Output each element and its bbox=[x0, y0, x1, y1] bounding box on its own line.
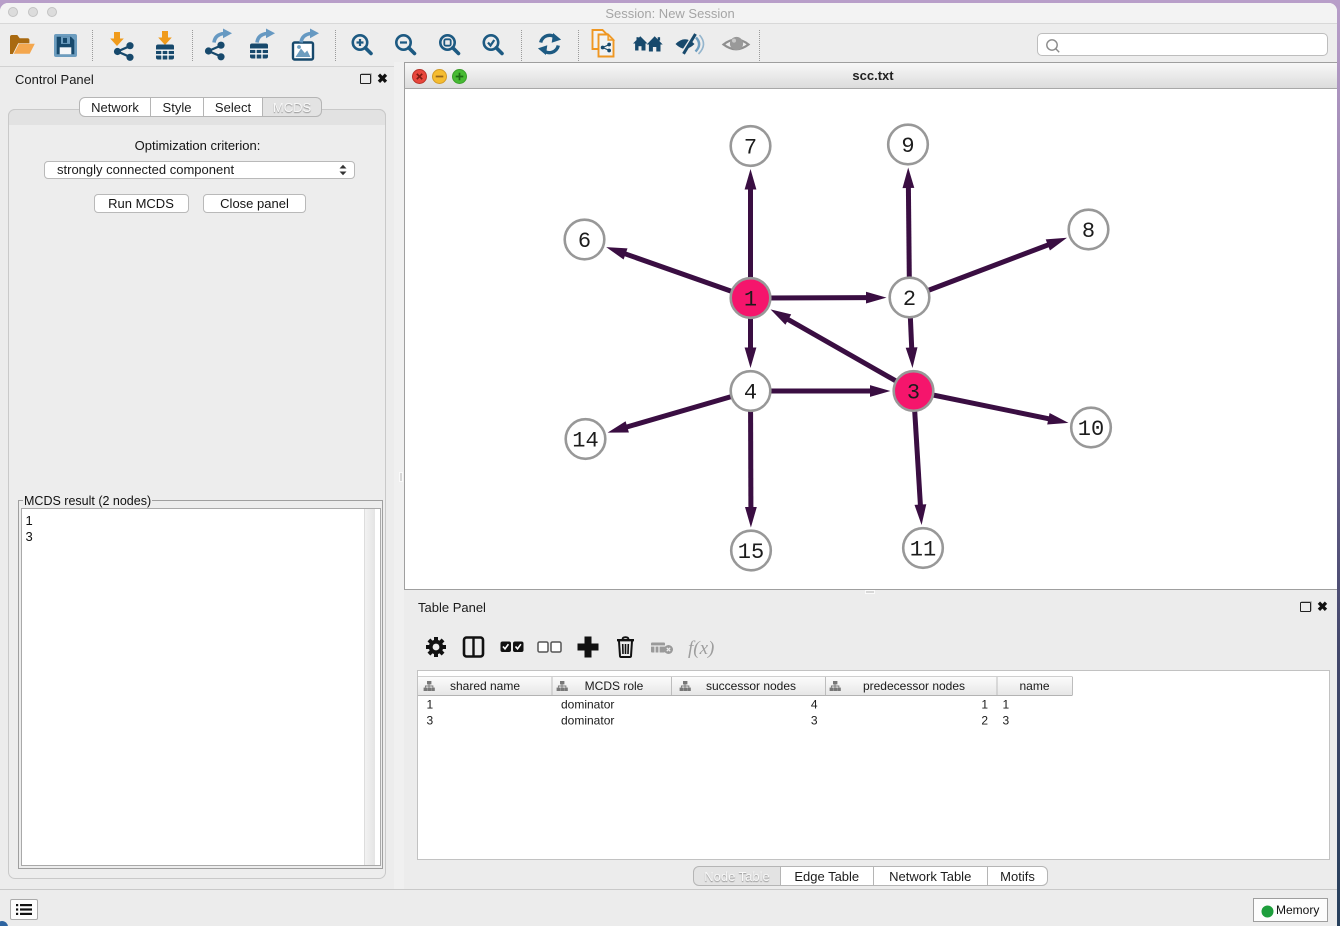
svg-text:1: 1 bbox=[426, 698, 433, 712]
svg-text:dominator: dominator bbox=[561, 698, 614, 712]
svg-text:shared name: shared name bbox=[449, 679, 519, 693]
svg-text:9: 9 bbox=[901, 134, 914, 159]
svg-text:7: 7 bbox=[744, 136, 757, 161]
svg-text:3: 3 bbox=[1002, 714, 1009, 728]
svg-text:11: 11 bbox=[910, 538, 936, 563]
svg-text:f(x): f(x) bbox=[688, 638, 714, 659]
svg-text:4: 4 bbox=[810, 698, 817, 712]
svg-text:6: 6 bbox=[578, 229, 591, 254]
svg-text:8: 8 bbox=[1082, 219, 1095, 244]
svg-text:dominator: dominator bbox=[561, 714, 614, 728]
svg-text:14: 14 bbox=[572, 429, 598, 454]
svg-text:3: 3 bbox=[810, 714, 817, 728]
svg-text:predecessor nodes: predecessor nodes bbox=[862, 679, 964, 693]
svg-text:successor nodes: successor nodes bbox=[705, 679, 795, 693]
svg-text:1: 1 bbox=[981, 698, 988, 712]
svg-text:4: 4 bbox=[744, 381, 757, 406]
svg-text:3: 3 bbox=[907, 381, 920, 406]
svg-text:2: 2 bbox=[981, 714, 988, 728]
svg-text:1: 1 bbox=[744, 288, 757, 313]
svg-text:MCDS role: MCDS role bbox=[584, 679, 643, 693]
svg-text:10: 10 bbox=[1078, 417, 1104, 442]
svg-text:15: 15 bbox=[738, 540, 764, 565]
svg-text:3: 3 bbox=[426, 714, 433, 728]
svg-text:2: 2 bbox=[903, 287, 916, 312]
svg-text:name: name bbox=[1019, 679, 1049, 693]
svg-text:1: 1 bbox=[1002, 698, 1009, 712]
